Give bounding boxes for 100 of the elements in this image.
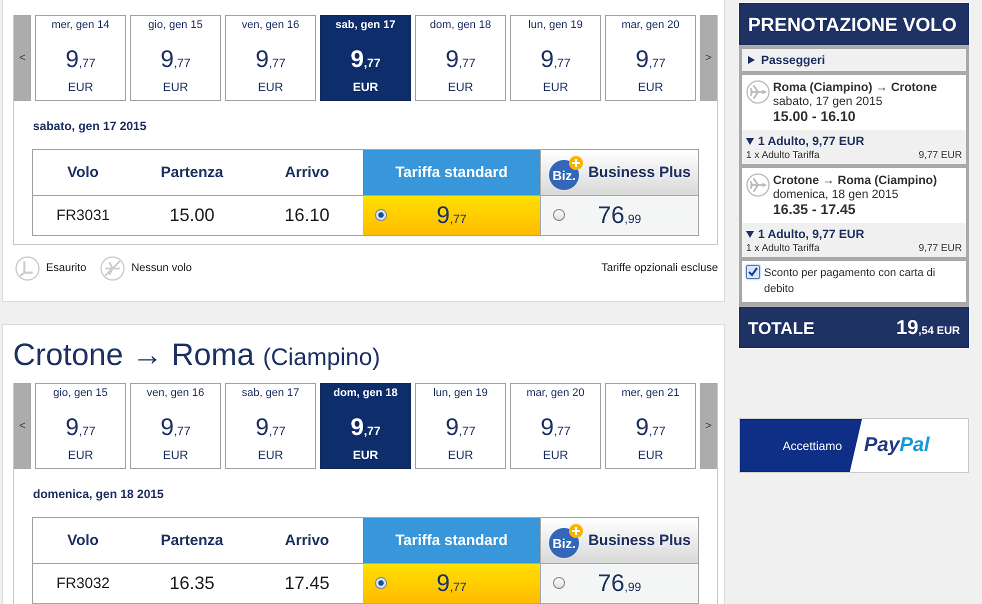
selected-date-heading: sabato, gen 17 2015 bbox=[32, 118, 148, 135]
date-fare-tile[interactable]: ven, gen 16 9,77 EUR bbox=[225, 15, 316, 101]
fare-price: 9,77 bbox=[635, 47, 666, 75]
currency-label: EUR bbox=[68, 448, 94, 462]
date-fare-tile[interactable]: lun, gen 19 9,77 EUR bbox=[415, 383, 506, 469]
date-label: ven, gen 16 bbox=[242, 19, 300, 31]
discount-label: Sconto per pagamento con carta di debito bbox=[764, 266, 936, 297]
fare-price: 76,99 bbox=[598, 570, 642, 598]
date-label: gio, gen 15 bbox=[148, 19, 203, 31]
plane-icon bbox=[746, 80, 770, 104]
fare-summary-toggle[interactable]: 1 Adulto, 9,77 EUR bbox=[746, 227, 962, 241]
date-fare-tile[interactable]: dom, gen 18 9,77 EUR bbox=[415, 15, 506, 101]
date-fare-tile[interactable]: dom, gen 18 9,77 EUR bbox=[320, 383, 411, 469]
fare-price: 9,77 bbox=[635, 415, 666, 443]
fare-option-cell[interactable]: 76,99 bbox=[540, 564, 698, 603]
currency-label: EUR bbox=[352, 80, 378, 94]
date-label: sab, gen 17 bbox=[242, 387, 300, 399]
date-label: dom, gen 18 bbox=[333, 387, 398, 399]
currency-label: EUR bbox=[542, 448, 568, 462]
arrival-time-cell-text: 16.10 bbox=[283, 204, 331, 227]
departure-time-cell-text: 16.35 bbox=[168, 572, 216, 595]
currency-label: EUR bbox=[638, 448, 664, 462]
date-label: sab, gen 17 bbox=[336, 19, 396, 31]
previous-dates-button[interactable]: < bbox=[14, 383, 31, 469]
arrival-time-cell-text: 17.45 bbox=[283, 572, 331, 595]
date-fare-tile[interactable]: sab, gen 17 9,77 EUR bbox=[320, 15, 411, 101]
fare-summary-toggle[interactable]: 1 Adulto, 9,77 EUR bbox=[746, 134, 962, 148]
fare-price: 9,77 bbox=[255, 47, 286, 75]
previous-dates-button[interactable]: < bbox=[14, 15, 31, 101]
paypal-caption: Accettiamo bbox=[782, 438, 842, 452]
currency-label: EUR bbox=[162, 448, 188, 462]
radio-button[interactable] bbox=[375, 577, 387, 589]
flight-number-cell-text: FR3031 bbox=[55, 206, 111, 226]
flight-date: domenica, 18 gen 2015 bbox=[773, 187, 900, 201]
fare-line-amount: 9,77 EUR bbox=[918, 243, 962, 254]
fare-price: 9,77 bbox=[436, 202, 467, 230]
fare-price: 9,77 bbox=[445, 415, 476, 443]
date-label: lun, gen 19 bbox=[433, 387, 488, 399]
date-fare-tile[interactable]: ven, gen 16 9,77 EUR bbox=[130, 383, 221, 469]
checkbox[interactable] bbox=[746, 265, 760, 279]
date-fare-tile[interactable]: lun, gen 19 9,77 EUR bbox=[510, 15, 601, 101]
next-dates-button[interactable]: > bbox=[700, 15, 717, 101]
fare-price: 9,77 bbox=[160, 415, 191, 443]
currency-label: EUR bbox=[258, 80, 284, 94]
date-label: ven, gen 16 bbox=[146, 387, 204, 399]
radio-button[interactable] bbox=[553, 209, 565, 221]
radio-button[interactable] bbox=[553, 577, 565, 589]
currency-label: EUR bbox=[638, 80, 664, 94]
expand-icon bbox=[747, 56, 755, 64]
date-fare-tile[interactable]: mar, gen 20 9,77 EUR bbox=[605, 15, 696, 101]
fare-line-label: 1 x Adulto Tariffa bbox=[746, 243, 820, 254]
currency-label: EUR bbox=[258, 448, 284, 462]
flight-times: 15.00 - 16.10 bbox=[773, 108, 857, 124]
radio-button[interactable] bbox=[375, 209, 387, 221]
legend-label: Esaurito bbox=[46, 262, 86, 274]
plane-icon bbox=[746, 173, 770, 197]
currency-label: EUR bbox=[68, 80, 94, 94]
currency-label: EUR bbox=[352, 448, 378, 462]
fare-price: 9,77 bbox=[540, 47, 571, 75]
date-fare-tile[interactable]: gio, gen 15 9,77 EUR bbox=[130, 15, 221, 101]
no-flight-icon bbox=[100, 256, 126, 280]
flight-times: 16.35 - 17.45 bbox=[773, 201, 857, 217]
fare-price: 9,77 bbox=[65, 415, 96, 443]
fare-price: 9,77 bbox=[445, 47, 476, 75]
date-label: gio, gen 15 bbox=[53, 387, 108, 399]
column-header: Tariffa standard bbox=[363, 150, 540, 196]
fare-option-cell[interactable]: 9,77 bbox=[363, 196, 540, 235]
flight-route: Roma (Ciampino) → Crotone bbox=[773, 80, 937, 94]
next-dates-button[interactable]: > bbox=[700, 383, 717, 469]
currency-label: EUR bbox=[162, 80, 188, 94]
booking-panel-title: PRENOTAZIONE VOLO bbox=[739, 3, 969, 45]
total-label: TOTALE bbox=[748, 319, 814, 339]
flight-number-cell-text: FR3032 bbox=[55, 574, 111, 594]
date-fare-tile[interactable]: mar, gen 20 9,77 EUR bbox=[510, 383, 601, 469]
fare-option-cell[interactable]: 76,99 bbox=[540, 196, 698, 235]
date-label: lun, gen 19 bbox=[528, 19, 583, 31]
paypal-logo: PayPal bbox=[864, 434, 930, 457]
date-fare-tile[interactable]: mer, gen 21 9,77 EUR bbox=[605, 383, 696, 469]
fare-price: 9,77 bbox=[160, 47, 191, 75]
collapse-icon bbox=[746, 230, 754, 238]
fare-option-cell[interactable]: 9,77 bbox=[363, 564, 540, 603]
date-label: mar, gen 20 bbox=[526, 387, 585, 399]
fare-price: 76,99 bbox=[598, 202, 642, 230]
legend-label: Nessun volo bbox=[131, 262, 192, 274]
fare-line-label: 1 x Adulto Tariffa bbox=[746, 150, 820, 161]
passengers-toggle[interactable]: Passeggeri bbox=[742, 49, 966, 71]
route-title: Crotone → Roma (Ciampino) bbox=[13, 337, 382, 374]
currency-label: EUR bbox=[542, 80, 568, 94]
flight-route: Crotone → Roma (Ciampino) bbox=[773, 173, 937, 187]
selected-date-heading: domenica, gen 18 2015 bbox=[32, 486, 165, 503]
date-label: dom, gen 18 bbox=[430, 19, 492, 31]
fare-price: 9,77 bbox=[436, 570, 467, 598]
seat-icon bbox=[15, 256, 40, 280]
date-label: mar, gen 20 bbox=[621, 19, 680, 31]
collapse-icon bbox=[746, 137, 754, 145]
fare-note: Tariffe opzionali escluse bbox=[601, 262, 718, 274]
column-header: Biz. Business Plus bbox=[540, 150, 698, 196]
date-label: mer, gen 21 bbox=[621, 387, 680, 399]
date-fare-tile[interactable]: sab, gen 17 9,77 EUR bbox=[225, 383, 316, 469]
fare-price: 9,77 bbox=[350, 415, 381, 443]
